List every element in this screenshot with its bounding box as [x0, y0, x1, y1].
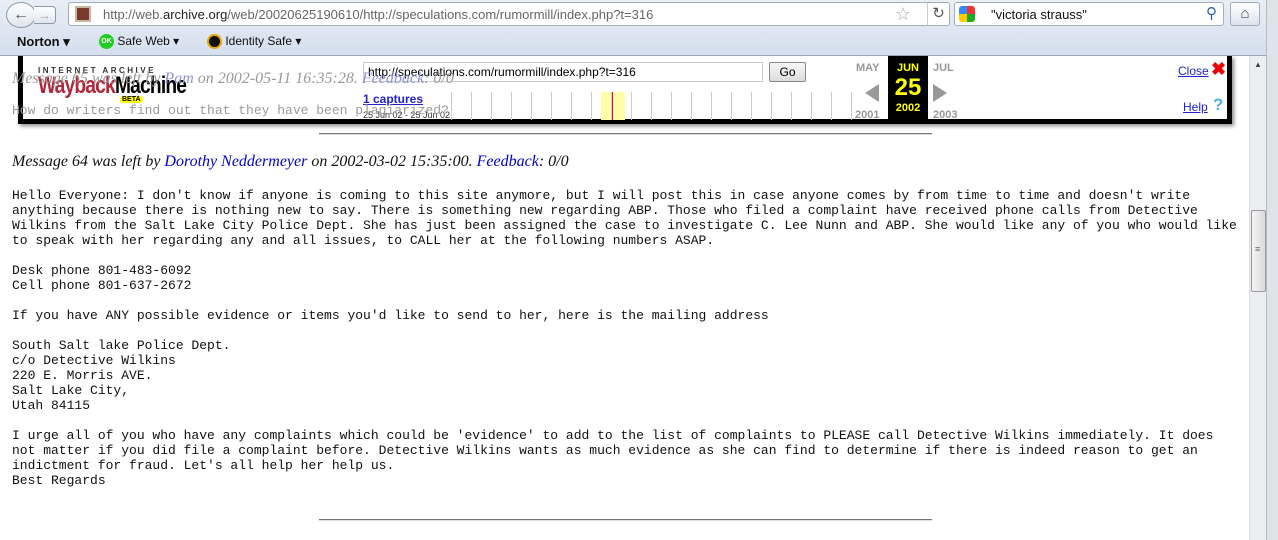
safe-web-menu[interactable]: OK Safe Web ▾ — [99, 34, 179, 50]
capture-timeline[interactable] — [451, 92, 852, 120]
go-button[interactable]: Go — [769, 62, 806, 82]
timeline-tick — [631, 92, 632, 120]
magnifier-icon[interactable]: ⚲ — [1206, 4, 1217, 22]
lock-icon — [207, 34, 222, 50]
page-content: Message 65 was left by Pam on 2002-05-11… — [0, 56, 1249, 540]
wayback-logo[interactable]: INTERNET ARCHIVE WaybackMachine BETA — [38, 66, 223, 103]
forward-arrow-icon: → — [38, 7, 51, 23]
grip-icon: ≡ — [1255, 244, 1261, 254]
timeline-tick — [531, 92, 532, 120]
next-year[interactable]: 2003 — [933, 109, 957, 121]
google-icon[interactable] — [959, 6, 975, 22]
timeline-tick — [831, 92, 832, 120]
timeline-tick — [851, 92, 852, 120]
back-button[interactable]: ← — [6, 2, 36, 28]
timeline-tick — [451, 92, 452, 120]
home-icon[interactable]: ⌂ — [1230, 2, 1260, 26]
timeline-tick — [611, 92, 612, 120]
window-edge — [1266, 0, 1278, 540]
search-box[interactable]: "victoria strauss" ⚲ — [954, 2, 1224, 26]
timeline-tick — [551, 92, 552, 120]
scroll-up-arrow-icon[interactable]: ▲ — [1254, 60, 1262, 69]
norton-menu[interactable]: Norton ▾ — [17, 34, 70, 50]
prev-year[interactable]: 2001 — [855, 109, 879, 121]
author-link[interactable]: Dorothy Neddermeyer — [164, 153, 307, 170]
current-date: JUN 25 2002 — [888, 56, 928, 124]
timeline-tick — [711, 92, 712, 120]
address-bar[interactable]: http://web.archive.org/web/2002062519061… — [68, 2, 950, 26]
message-header: Message 64 was left by Dorothy Neddermey… — [12, 153, 569, 170]
timeline-tick — [511, 92, 512, 120]
identity-safe-menu[interactable]: Identity Safe ▾ — [207, 34, 301, 50]
prev-month[interactable]: MAY — [856, 62, 879, 74]
timeline-tick — [751, 92, 752, 120]
message-body: Hello Everyone: I don't know if anyone i… — [12, 188, 1237, 488]
timeline-tick — [791, 92, 792, 120]
browser-chrome: ← → http://web.archive.org/web/200206251… — [0, 0, 1278, 56]
address-text[interactable]: http://web.archive.org/web/2002062519061… — [103, 7, 653, 22]
timeline-tick — [471, 92, 472, 120]
timeline-tick — [591, 92, 592, 120]
timeline-tick — [571, 92, 572, 120]
vertical-scrollbar[interactable]: ▲ ≡ — [1249, 56, 1266, 540]
next-arrow-icon[interactable] — [933, 84, 947, 102]
timeline-tick — [491, 92, 492, 120]
divider — [319, 519, 932, 521]
wayback-toolbar: INTERNET ARCHIVE WaybackMachine BETA htt… — [18, 56, 1232, 124]
prev-arrow-icon[interactable] — [865, 84, 879, 102]
reload-icon[interactable]: ↻ — [927, 3, 949, 25]
current-month-highlight — [601, 92, 625, 120]
favicon-icon — [75, 6, 91, 22]
capture-range: 25 Jun 02 - 25 Jun 02 — [363, 110, 451, 120]
search-input[interactable]: "victoria strauss" — [991, 7, 1087, 22]
next-month[interactable]: JUL — [933, 62, 954, 74]
timeline-tick — [731, 92, 732, 120]
timeline-tick — [771, 92, 772, 120]
back-arrow-icon: ← — [13, 6, 29, 23]
help-link[interactable]: Help — [1183, 100, 1208, 114]
scrollbar-thumb[interactable]: ≡ — [1251, 210, 1266, 292]
divider — [319, 133, 932, 135]
timeline-tick — [671, 92, 672, 120]
close-link[interactable]: Close — [1178, 64, 1209, 78]
help-question-icon[interactable]: ? — [1213, 95, 1223, 115]
bookmark-star-icon[interactable]: ☆ — [895, 4, 911, 25]
forward-button[interactable]: → — [34, 6, 56, 24]
timeline-tick — [691, 92, 692, 120]
timeline-tick — [651, 92, 652, 120]
ok-icon: OK — [99, 34, 114, 50]
close-x-icon[interactable]: ✖ — [1211, 59, 1226, 80]
captures-link[interactable]: 1 captures — [363, 92, 423, 106]
timeline-tick — [811, 92, 812, 120]
feedback-link[interactable]: Feedback — [477, 153, 539, 170]
wayback-url-input[interactable]: http://speculations.com/rumormill/index.… — [363, 62, 763, 82]
